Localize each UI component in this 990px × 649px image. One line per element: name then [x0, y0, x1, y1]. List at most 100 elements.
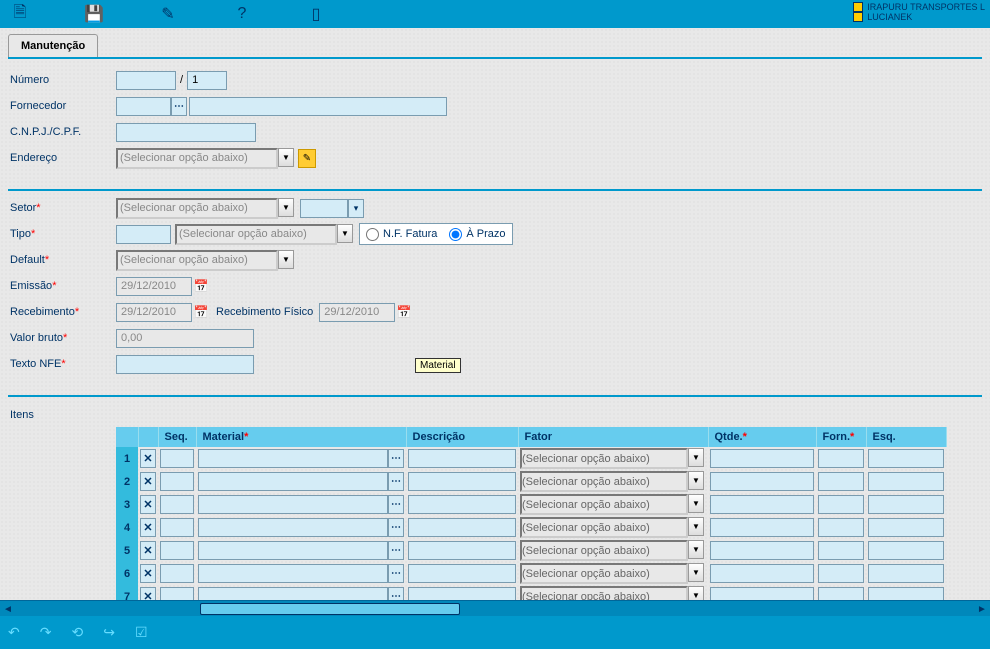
- endereco-select[interactable]: [116, 148, 278, 169]
- fator-select[interactable]: [520, 471, 688, 492]
- esq-input[interactable]: [868, 472, 944, 491]
- page-icon[interactable]: ▯: [304, 2, 328, 26]
- fator-dropdown-icon[interactable]: ▼: [688, 448, 704, 467]
- tipo-dropdown-icon[interactable]: ▼: [337, 224, 353, 243]
- fornecedor-lookup-button[interactable]: ⋯: [171, 97, 187, 116]
- scroll-left-icon[interactable]: ◄: [0, 601, 16, 617]
- material-input[interactable]: [198, 564, 388, 583]
- fator-select[interactable]: [520, 448, 688, 469]
- fornecedor-name-input[interactable]: [189, 97, 447, 116]
- fornecedor-code-input[interactable]: [116, 97, 171, 116]
- cnpj-input[interactable]: [116, 123, 256, 142]
- valor-bruto-input[interactable]: [116, 329, 254, 348]
- qtde-input[interactable]: [710, 518, 814, 537]
- recebimento-calendar-icon[interactable]: 📅: [192, 303, 210, 322]
- qtde-input[interactable]: [710, 541, 814, 560]
- esq-input[interactable]: [868, 564, 944, 583]
- seq-input[interactable]: [160, 564, 194, 583]
- material-lookup-button[interactable]: ⋯: [388, 472, 404, 491]
- setor-mini-button[interactable]: ▾: [348, 199, 364, 218]
- row-delete-button[interactable]: ✕: [140, 472, 156, 491]
- forn-input[interactable]: [818, 472, 864, 491]
- scroll-thumb[interactable]: [200, 603, 460, 615]
- new-doc-icon[interactable]: 🗎: [8, 2, 32, 26]
- fator-select[interactable]: [520, 494, 688, 515]
- horizontal-scrollbar[interactable]: ◄ ►: [0, 600, 990, 616]
- receb-fisico-calendar-icon[interactable]: 📅: [395, 303, 413, 322]
- material-lookup-button[interactable]: ⋯: [388, 449, 404, 468]
- material-input[interactable]: [198, 495, 388, 514]
- scroll-right-icon[interactable]: ►: [974, 601, 990, 617]
- numero-a-input[interactable]: [116, 71, 176, 90]
- default-dropdown-icon[interactable]: ▼: [278, 250, 294, 269]
- checkbox-icon[interactable]: ☑: [135, 624, 148, 641]
- descricao-input[interactable]: [408, 564, 516, 583]
- emissao-calendar-icon[interactable]: 📅: [192, 277, 210, 296]
- radio-a-prazo[interactable]: À Prazo: [449, 228, 505, 241]
- row-delete-button[interactable]: ✕: [140, 495, 156, 514]
- tab-manutencao[interactable]: Manutenção: [8, 34, 98, 57]
- refresh-icon[interactable]: ⟲: [71, 624, 83, 641]
- qtde-input[interactable]: [710, 495, 814, 514]
- qtde-input[interactable]: [710, 449, 814, 468]
- material-input[interactable]: [198, 518, 388, 537]
- setor-dropdown-icon[interactable]: ▼: [278, 198, 294, 217]
- seq-input[interactable]: [160, 541, 194, 560]
- undo-icon[interactable]: ↶: [8, 624, 20, 641]
- forn-input[interactable]: [818, 449, 864, 468]
- seq-input[interactable]: [160, 449, 194, 468]
- material-input[interactable]: [198, 449, 388, 468]
- descricao-input[interactable]: [408, 495, 516, 514]
- forward-icon[interactable]: ↪: [103, 624, 115, 641]
- fator-dropdown-icon[interactable]: ▼: [688, 540, 704, 559]
- radio-nf-fatura[interactable]: N.F. Fatura: [366, 228, 437, 241]
- descricao-input[interactable]: [408, 472, 516, 491]
- material-lookup-button[interactable]: ⋯: [388, 518, 404, 537]
- numero-b-input[interactable]: [187, 71, 227, 90]
- row-delete-button[interactable]: ✕: [140, 449, 156, 468]
- material-lookup-button[interactable]: ⋯: [388, 541, 404, 560]
- descricao-input[interactable]: [408, 518, 516, 537]
- esq-input[interactable]: [868, 449, 944, 468]
- row-delete-button[interactable]: ✕: [140, 564, 156, 583]
- setor-select[interactable]: [116, 198, 278, 219]
- help-icon[interactable]: ?: [230, 2, 254, 26]
- seq-input[interactable]: [160, 472, 194, 491]
- qtde-input[interactable]: [710, 564, 814, 583]
- forn-input[interactable]: [818, 518, 864, 537]
- emissao-input[interactable]: [116, 277, 192, 296]
- seq-input[interactable]: [160, 518, 194, 537]
- material-lookup-button[interactable]: ⋯: [388, 564, 404, 583]
- row-delete-button[interactable]: ✕: [140, 541, 156, 560]
- fator-dropdown-icon[interactable]: ▼: [688, 494, 704, 513]
- edit-icon[interactable]: ✎: [156, 2, 180, 26]
- material-input[interactable]: [198, 541, 388, 560]
- fator-dropdown-icon[interactable]: ▼: [688, 471, 704, 490]
- fator-dropdown-icon[interactable]: ▼: [688, 563, 704, 582]
- endereco-edit-button[interactable]: ✎: [298, 149, 316, 168]
- qtde-input[interactable]: [710, 472, 814, 491]
- endereco-dropdown-icon[interactable]: ▼: [278, 148, 294, 167]
- material-lookup-button[interactable]: ⋯: [388, 495, 404, 514]
- esq-input[interactable]: [868, 541, 944, 560]
- seq-input[interactable]: [160, 495, 194, 514]
- material-input[interactable]: [198, 472, 388, 491]
- texto-nfe-input[interactable]: [116, 355, 254, 374]
- fator-dropdown-icon[interactable]: ▼: [688, 517, 704, 536]
- forn-input[interactable]: [818, 495, 864, 514]
- esq-input[interactable]: [868, 518, 944, 537]
- receb-fisico-input[interactable]: [319, 303, 395, 322]
- redo-icon[interactable]: ↷: [40, 624, 52, 641]
- setor-code-input[interactable]: [300, 199, 348, 218]
- tipo-select[interactable]: [175, 224, 337, 245]
- tipo-code-input[interactable]: [116, 225, 171, 244]
- save-icon[interactable]: 💾: [82, 2, 106, 26]
- descricao-input[interactable]: [408, 449, 516, 468]
- forn-input[interactable]: [818, 564, 864, 583]
- esq-input[interactable]: [868, 495, 944, 514]
- row-delete-button[interactable]: ✕: [140, 518, 156, 537]
- fator-select[interactable]: [520, 563, 688, 584]
- forn-input[interactable]: [818, 541, 864, 560]
- recebimento-input[interactable]: [116, 303, 192, 322]
- fator-select[interactable]: [520, 540, 688, 561]
